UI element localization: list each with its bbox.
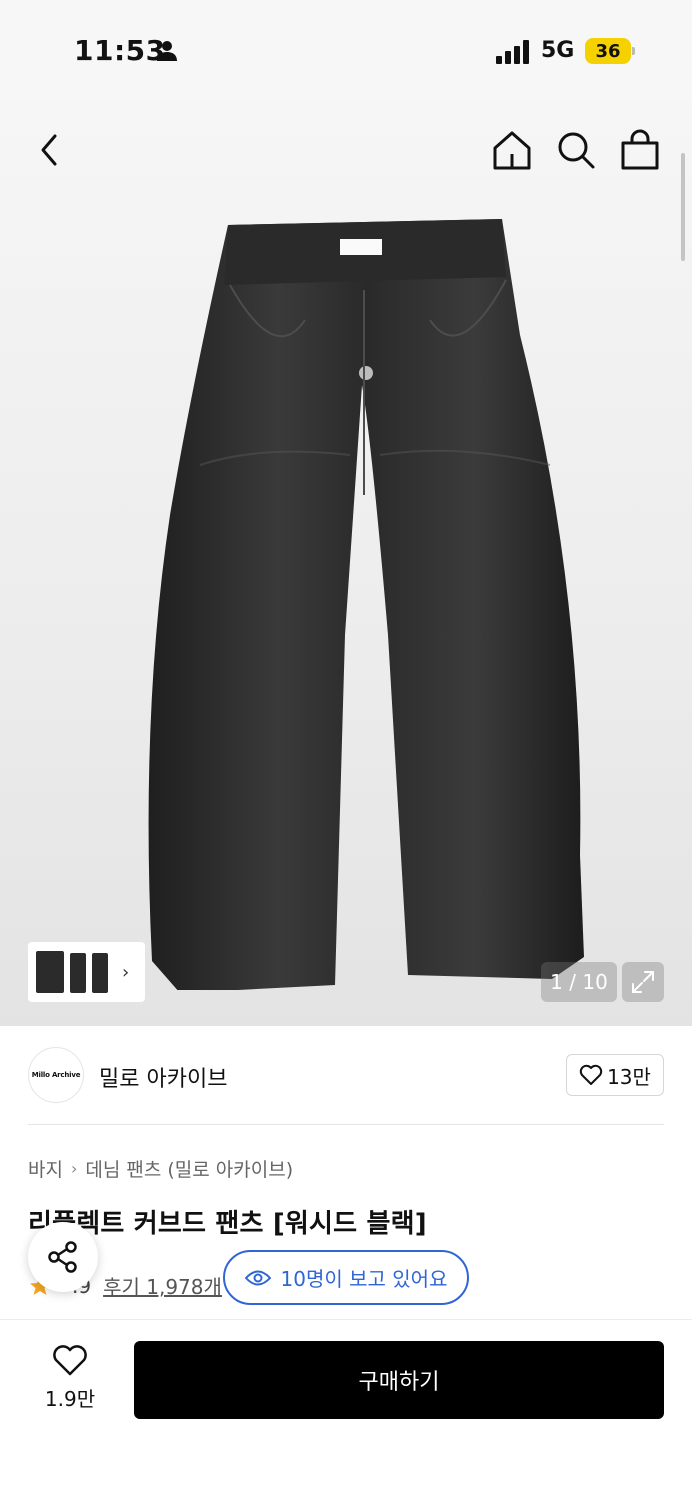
- wishlist-count: 1.9만: [44, 1387, 96, 1411]
- battery-indicator: 36: [585, 38, 631, 64]
- eye-icon: [244, 1270, 271, 1285]
- product-image-gallery[interactable]: › 1 / 10: [0, 100, 692, 1026]
- home-icon[interactable]: [490, 128, 534, 172]
- heart-icon: [53, 1345, 87, 1376]
- thumbnail-strip[interactable]: ›: [28, 942, 145, 1002]
- expand-button[interactable]: [622, 962, 664, 1002]
- breadcrumb-category[interactable]: 바지: [28, 1155, 63, 1182]
- scroll-indicator[interactable]: [681, 153, 685, 261]
- divider: [28, 1124, 664, 1125]
- review-count-link[interactable]: 후기 1,978개: [103, 1271, 222, 1300]
- status-time: 11:53: [74, 34, 166, 67]
- image-page-counter: 1 / 10: [541, 962, 617, 1002]
- brand-logo-text: Millo Archive: [31, 1071, 81, 1079]
- back-icon[interactable]: [28, 128, 72, 172]
- brand-like-button[interactable]: 13만: [566, 1054, 664, 1096]
- bag-icon[interactable]: [618, 128, 662, 172]
- viewers-indicator: 10명이 보고 있어요: [223, 1250, 469, 1305]
- chevron-right-icon: ›: [70, 1159, 78, 1178]
- breadcrumb: 바지 › 데님 팬츠 (밀로 아카이브): [28, 1155, 293, 1182]
- viewers-text: 10명이 보고 있어요: [280, 1267, 448, 1291]
- share-button[interactable]: [28, 1222, 98, 1292]
- expand-icon: [632, 971, 654, 993]
- thumbnail-image: [36, 951, 108, 993]
- heart-icon: [579, 1064, 603, 1085]
- brand-like-count: 13만: [607, 1064, 651, 1089]
- status-bar: 11:53 5G 36: [0, 0, 692, 100]
- person-icon: [157, 41, 177, 61]
- battery-level: 36: [595, 40, 621, 62]
- battery-tip: [632, 47, 635, 55]
- share-icon: [48, 1241, 77, 1273]
- search-icon[interactable]: [554, 128, 598, 172]
- wishlist-button[interactable]: 1.9만: [34, 1345, 106, 1415]
- brand-logo[interactable]: Millo Archive: [28, 1047, 84, 1103]
- buy-button[interactable]: 구매하기: [134, 1341, 664, 1419]
- product-image: [148, 219, 584, 990]
- chevron-right-icon: ›: [122, 961, 130, 983]
- brand-name[interactable]: 밀로 아카이브: [99, 1061, 227, 1093]
- network-type: 5G: [541, 38, 575, 63]
- breadcrumb-subcategory[interactable]: 데님 팬츠 (밀로 아카이브): [85, 1155, 293, 1182]
- signal-icon: [496, 40, 529, 64]
